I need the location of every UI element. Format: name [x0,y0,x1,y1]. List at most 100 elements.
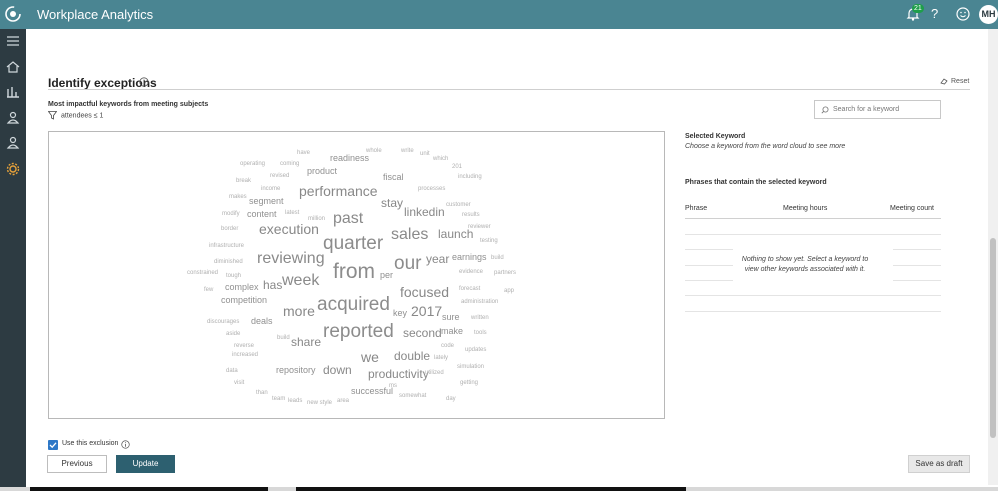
person-settings-icon[interactable] [5,135,21,151]
word-cloud-keyword[interactable]: per [380,270,393,280]
word-cloud-keyword[interactable]: tough [226,273,241,279]
word-cloud-keyword[interactable]: including [458,174,482,180]
word-cloud-keyword[interactable]: year [426,252,449,266]
feedback-smile-icon[interactable] [956,7,970,21]
filter-summary[interactable]: attendees ≤ 1 [47,111,103,120]
word-cloud-keyword[interactable]: getting [460,380,478,386]
word-cloud-keyword[interactable]: data [226,368,238,374]
word-cloud-keyword[interactable]: few [204,287,214,293]
word-cloud-keyword[interactable]: week [281,272,320,289]
word-cloud-keyword[interactable]: product [307,166,338,176]
word-cloud-keyword[interactable]: focused [400,284,449,300]
word-cloud-keyword[interactable]: performance [299,183,378,199]
word-cloud-keyword[interactable]: than [256,390,268,396]
word-cloud-keyword[interactable]: build [491,255,504,261]
word-cloud-keyword[interactable]: content [247,209,277,219]
app-logo-icon[interactable] [4,5,22,23]
word-cloud-keyword[interactable]: reverse [234,343,255,349]
word-cloud-keyword[interactable]: income [261,186,281,192]
word-cloud-keyword[interactable]: double [394,349,430,363]
word-cloud-keyword[interactable]: deals [251,316,273,326]
avatar[interactable]: MH [979,5,998,24]
word-cloud-keyword[interactable]: from [333,260,375,283]
word-cloud-keyword[interactable]: code [441,343,455,349]
word-cloud-keyword[interactable]: updates [465,347,486,353]
word-cloud-keyword[interactable]: day [446,396,456,402]
word-cloud-keyword[interactable]: execution [259,221,319,237]
word-cloud-keyword[interactable]: acquired [317,294,390,315]
word-cloud-keyword[interactable]: linkedin [404,205,445,219]
column-header-phrase[interactable]: Phrase [685,205,707,212]
word-cloud-keyword[interactable]: segment [249,196,284,206]
word-cloud-keyword[interactable]: ms [389,383,397,389]
info-icon[interactable] [139,77,149,87]
word-cloud-keyword[interactable]: makes [229,194,247,200]
word-cloud-keyword[interactable]: new style [307,400,333,406]
home-icon[interactable] [5,59,21,75]
word-cloud-keyword[interactable]: lately [434,355,448,361]
word-cloud-keyword[interactable]: stay [381,196,403,210]
word-cloud-keyword[interactable]: quarter [323,233,384,254]
word-cloud-keyword[interactable]: diminished [214,259,243,265]
word-cloud-keyword[interactable]: 201 [452,164,463,170]
word-cloud-keyword[interactable]: coming [280,161,299,167]
word-cloud-keyword[interactable]: make [441,326,463,336]
word-cloud-keyword[interactable]: fiscal [383,172,404,182]
word-cloud-keyword[interactable]: partners [494,270,516,276]
word-cloud-keyword[interactable]: processes [418,186,445,192]
word-cloud-keyword[interactable]: simulation [457,364,484,370]
word-cloud-keyword[interactable]: earnings [452,252,487,262]
help-icon[interactable]: ? [931,6,938,21]
word-cloud-keyword[interactable]: write [400,148,414,154]
word-cloud-keyword[interactable]: modify [222,211,240,217]
word-cloud-keyword[interactable]: which [432,156,448,162]
word-cloud-keyword[interactable]: our [394,253,422,274]
word-cloud-keyword[interactable]: repository [276,365,316,375]
word-cloud-keyword[interactable]: has [263,278,282,292]
save-as-draft-button[interactable]: Save as draft [908,455,970,473]
word-cloud-keyword[interactable]: sure [442,312,460,322]
word-cloud-keyword[interactable]: testing [480,238,498,244]
word-cloud-keyword[interactable]: evidence [459,269,484,275]
word-cloud-keyword[interactable]: competition [221,295,267,305]
word-cloud-keyword[interactable]: increased [232,352,258,358]
keyword-search-input[interactable]: Search for a keyword [814,100,941,119]
word-cloud-keyword[interactable]: latest [285,210,300,216]
word-cloud-keyword[interactable]: aside [226,331,241,337]
word-cloud-keyword[interactable]: readiness [330,153,370,163]
word-cloud-keyword[interactable]: productivity [368,367,429,381]
menu-icon[interactable] [5,33,21,49]
word-cloud-keyword[interactable]: team [272,396,285,402]
word-cloud-keyword[interactable]: constrained [187,270,218,276]
word-cloud-keyword[interactable]: area [337,398,350,404]
word-cloud-keyword[interactable]: customer [446,202,471,208]
person-icon[interactable] [5,110,21,126]
scrollbar-thumb[interactable] [990,238,996,438]
word-cloud-keyword[interactable]: utilized [425,370,444,376]
word-cloud-keyword[interactable]: reviewing [257,250,325,267]
word-cloud-keyword[interactable]: forecast [459,286,481,292]
word-cloud-keyword[interactable]: tools [474,330,487,336]
word-cloud-keyword[interactable]: app [504,288,515,294]
reset-button[interactable]: Reset [940,77,969,85]
word-cloud-keyword[interactable]: results [462,212,480,218]
previous-button[interactable]: Previous [47,455,107,473]
word-cloud-keyword[interactable]: we [360,349,379,365]
word-cloud-keyword[interactable]: launch [438,227,473,241]
word-cloud-keyword[interactable]: down [323,363,352,377]
use-exclusion-checkbox[interactable] [48,440,58,450]
word-cloud-keyword[interactable]: leads [288,398,302,404]
word-cloud-keyword[interactable]: have [297,150,311,156]
word-cloud-keyword[interactable]: sales [391,226,428,243]
word-cloud-keyword[interactable]: infrastructure [209,243,245,249]
word-cloud-keyword[interactable]: successful [351,386,393,396]
word-cloud-keyword[interactable]: somewhat [399,393,427,399]
word-cloud-keyword[interactable]: build [277,335,290,341]
word-cloud-keyword[interactable]: border [221,226,238,232]
info-icon[interactable] [121,440,130,449]
word-cloud-keyword[interactable]: second [403,326,442,340]
word-cloud-keyword[interactable]: 2017 [411,303,442,319]
word-cloud-keyword[interactable]: operating [240,161,265,167]
word-cloud-keyword[interactable]: visit [234,380,245,386]
word-cloud-keyword[interactable]: reported [323,321,394,342]
